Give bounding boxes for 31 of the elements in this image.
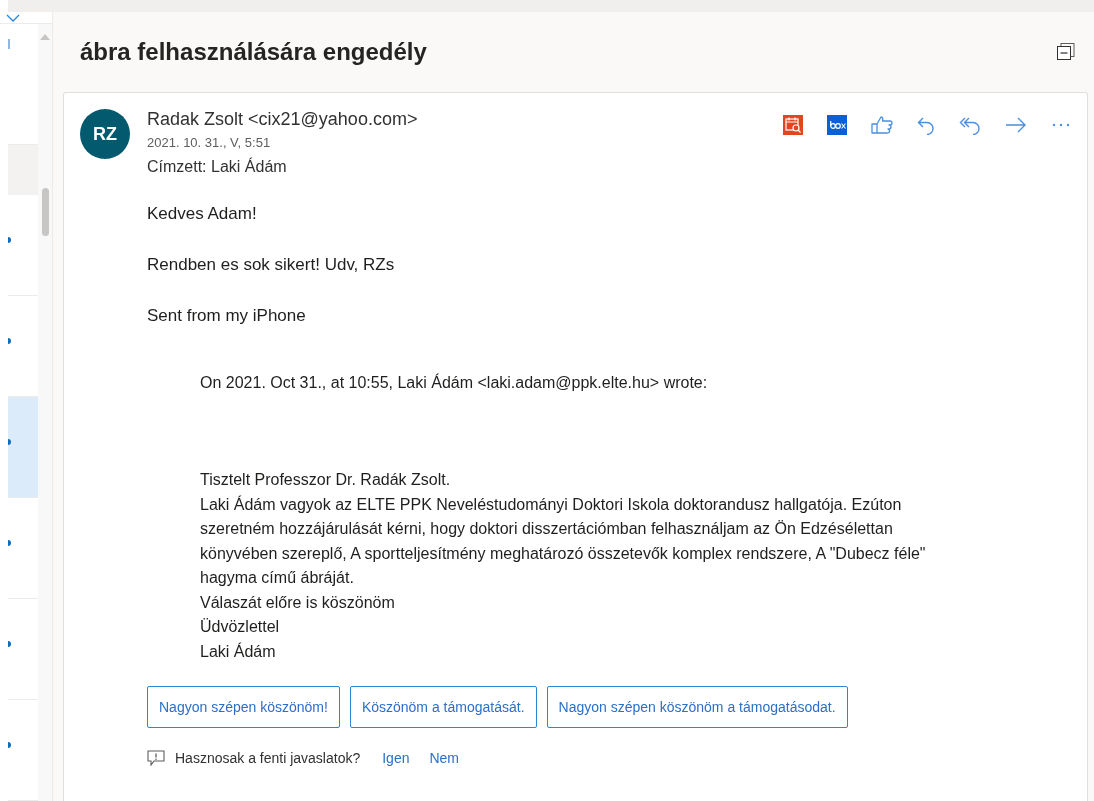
feedback-question: Hasznosak a fenti javaslatok? (175, 750, 361, 766)
quote-header: On 2021. Oct 31., at 10:55, Laki Ádám <laki.adam@ppk.elte.hu> wrote: (200, 374, 709, 392)
body-text: Rendben es sok sikert! Udv, RZs (147, 255, 396, 275)
quoted-text: Laki Ádám (200, 641, 277, 662)
body-text: Sent from my iPhone (147, 306, 307, 326)
quoted-text: Üdvözlettel (200, 617, 281, 637)
yes-link[interactable]: Igen (382, 750, 410, 766)
suggested-reply-button[interactable]: Nagyon szépen köszönöm a támogatásodat. (546, 686, 848, 728)
sent-date: 2021. 10. 31., V, 5:51 (147, 135, 272, 150)
box-logo-icon[interactable] (827, 115, 847, 135)
body-text: Kedves Adam! (147, 204, 258, 224)
feedback-icon[interactable] (147, 750, 165, 766)
no-link[interactable]: Nem (429, 750, 460, 766)
suggested-reply-button[interactable]: Nagyon szépen köszönöm! (147, 686, 340, 728)
forward-arrow-icon[interactable] (1005, 115, 1027, 135)
calendar-search-icon[interactable] (783, 115, 803, 135)
reply-icon[interactable] (917, 115, 935, 135)
reply-all-icon[interactable] (959, 115, 981, 135)
minimize-icon[interactable] (1056, 42, 1076, 62)
sender-name: Radak Zsolt <cix21@yahoo.com> (147, 109, 419, 130)
avatar: RZ (80, 109, 130, 159)
email-subject: ábra felhasználására engedély (80, 38, 427, 66)
recipient-label: Címzett: (147, 158, 207, 175)
recipient-name[interactable]: Laki Ádám (211, 158, 287, 175)
scrollbar-thumb[interactable] (41, 188, 49, 236)
chevron-down-icon[interactable] (6, 13, 20, 22)
quoted-text: Tisztelt Professzor Dr. Radák Zsolt. (200, 470, 452, 490)
thumbs-up-icon[interactable] (871, 115, 893, 135)
suggested-reply-button[interactable]: Köszönöm a támogatását. (349, 686, 537, 728)
quoted-text: Laki Ádám vagyok az ELTE PPK Neveléstudományi Doktori Iskola doktorandusz hallgatója. Ezúton szeretném hozzájárulását kérni, hogy doktori disszertációmban felhasználjam az Ön Edzésélettan könyvében szereplő, A sportteljesítmény meghatározó összetevők komplex rendszere, A "Dubecz féle" hagyma című ábráját. (200, 494, 927, 588)
quoted-text: Válaszát előre is köszönöm (200, 592, 396, 613)
